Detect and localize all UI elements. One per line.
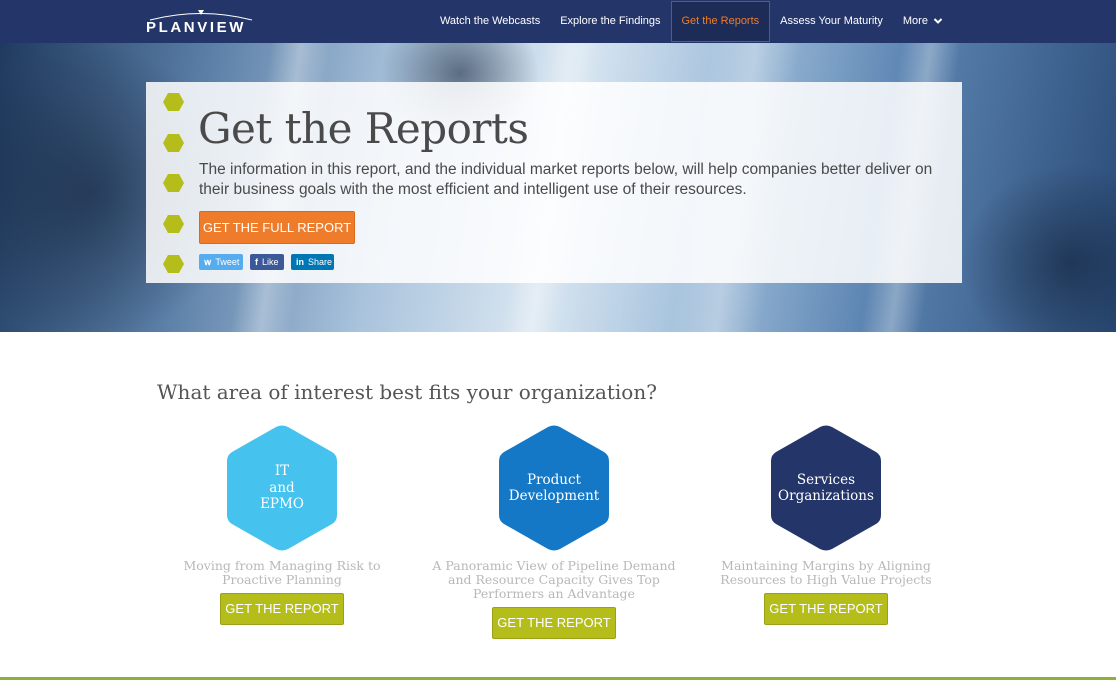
nav-item-assess-maturity[interactable]: Assess Your Maturity	[770, 0, 893, 43]
hex-decoration-column	[162, 92, 186, 276]
nav-item-watch-webcasts[interactable]: Watch the Webcasts	[430, 0, 550, 43]
share-button[interactable]: in Share	[291, 254, 334, 270]
get-full-report-button[interactable]: GET THE FULL REPORT	[199, 211, 355, 244]
hexagon-icon	[163, 174, 184, 192]
hex-label-text: Product Development	[508, 471, 600, 505]
hex-label-text: Services Organizations	[778, 471, 874, 505]
like-label: Like	[262, 257, 279, 267]
card-subtitle: Moving from Managing Risk to Proactive P…	[183, 558, 381, 587]
card-subtitle: A Panoramic View of Pipeline Demand and …	[432, 558, 676, 601]
top-nav: PLANVIEW Watch the Webcasts Explore the …	[0, 0, 1116, 43]
like-button[interactable]: f Like	[250, 254, 284, 270]
hexagon-icon	[163, 255, 184, 273]
logo-text: PLANVIEW	[146, 19, 246, 36]
get-report-button-services-organizations[interactable]: GET THE REPORT	[764, 593, 888, 625]
section-heading: What area of interest best fits your org…	[157, 380, 657, 404]
card-subtitle: Maintaining Margins by Aligning Resource…	[720, 558, 932, 587]
nav-item-get-reports[interactable]: Get the Reports	[670, 1, 771, 42]
twitter-icon: 𝗐	[204, 257, 212, 267]
share-label: Share	[308, 257, 333, 267]
nav-menu: Watch the Webcasts Explore the Findings …	[430, 0, 953, 43]
hero-description: The information in this report, and the …	[199, 161, 933, 198]
nav-item-explore-findings[interactable]: Explore the Findings	[550, 0, 670, 43]
hex-label: Services Organizations	[768, 424, 884, 552]
hero-bg-shadow	[960, 163, 1116, 332]
hexagon-icon	[163, 93, 184, 111]
hexagon-icon	[163, 215, 184, 233]
get-report-button-it-epmo[interactable]: GET THE REPORT	[220, 593, 344, 625]
nav-more-label: More	[902, 15, 928, 27]
hex-label: Product Development	[496, 424, 612, 552]
facebook-icon: f	[255, 257, 258, 267]
planview-logo[interactable]: PLANVIEW	[146, 9, 258, 37]
nav-item-more[interactable]: More	[893, 0, 953, 43]
hex-label: IT and EPMO	[224, 424, 340, 552]
page-title: Get the Reports	[198, 104, 529, 153]
hex-label-text: IT and EPMO	[260, 463, 304, 513]
hexagon-icon	[163, 134, 184, 152]
tweet-label: Tweet	[215, 257, 240, 267]
linkedin-icon: in	[296, 257, 304, 267]
chevron-down-icon	[933, 18, 943, 25]
get-report-button-product-development[interactable]: GET THE REPORT	[492, 607, 616, 639]
tweet-button[interactable]: 𝗐 Tweet	[199, 254, 243, 270]
